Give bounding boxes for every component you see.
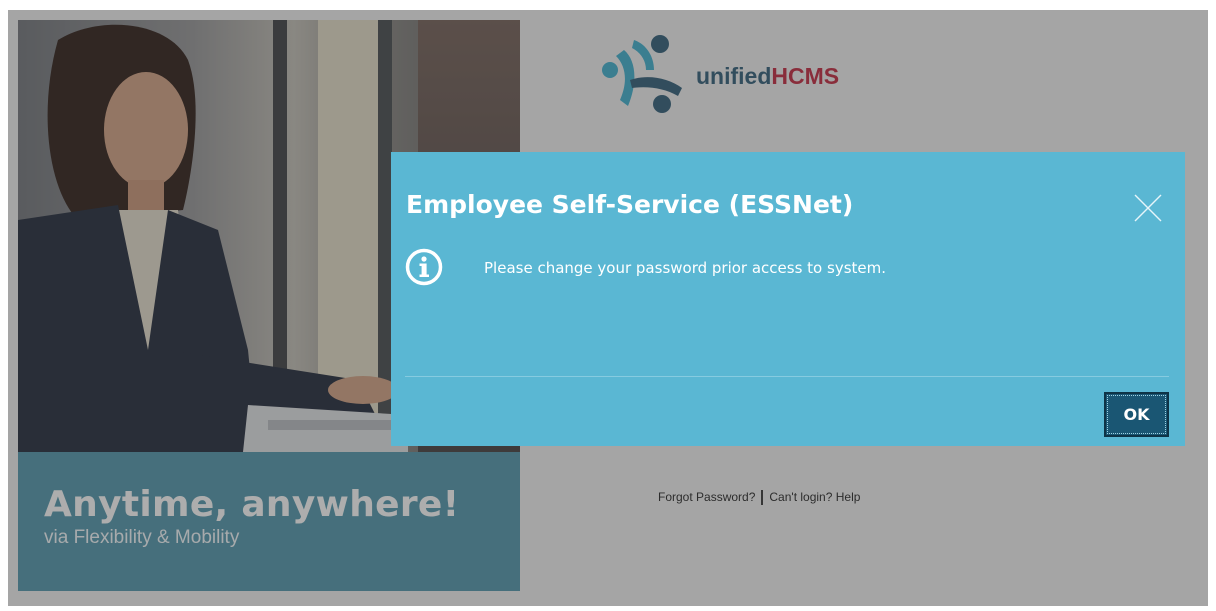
dialog-title: Employee Self-Service (ESSNet) xyxy=(406,190,854,219)
info-icon xyxy=(405,248,443,286)
ok-button[interactable]: OK xyxy=(1104,392,1169,437)
dialog-divider xyxy=(405,376,1169,377)
dialog-message: Please change your password prior access… xyxy=(484,259,886,277)
message-dialog: Employee Self-Service (ESSNet) Please ch… xyxy=(391,152,1185,446)
dialog-close-button[interactable] xyxy=(1133,193,1163,223)
close-icon xyxy=(1134,194,1162,222)
